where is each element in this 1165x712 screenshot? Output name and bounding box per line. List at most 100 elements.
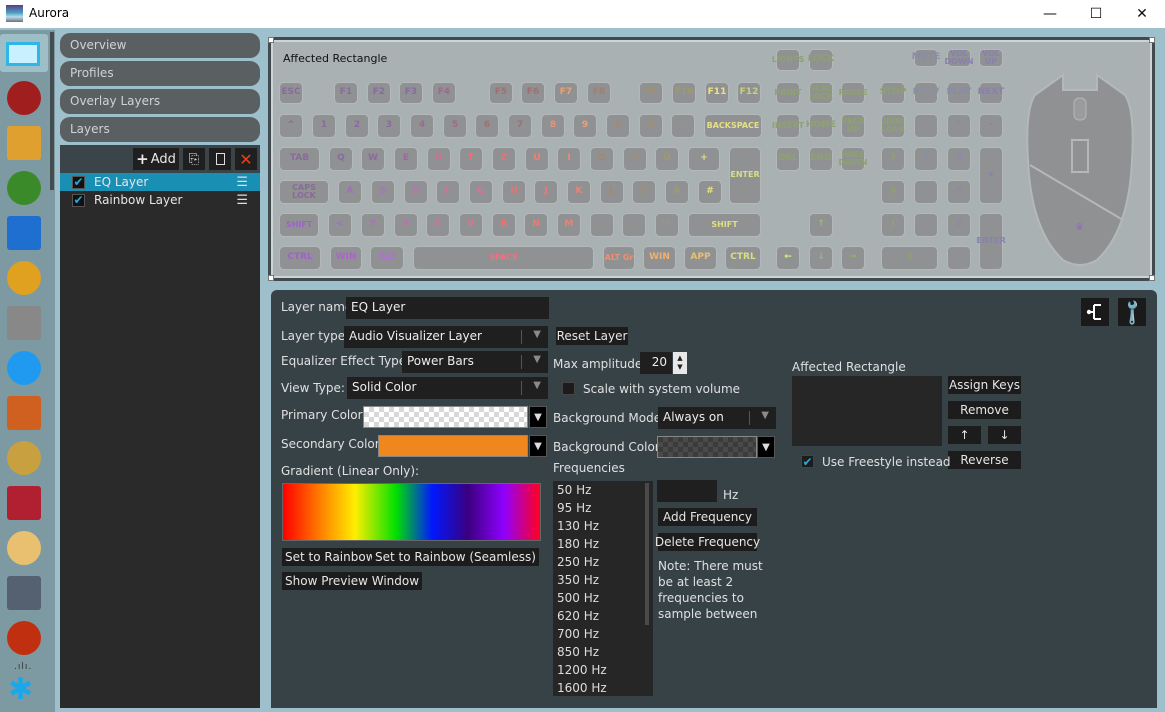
frequency-item[interactable]: 95 Hz	[553, 499, 653, 517]
key[interactable]: 3	[947, 213, 971, 237]
game-item-borderlands-2[interactable]	[5, 259, 43, 297]
frequency-item[interactable]: 130 Hz	[553, 517, 653, 535]
key[interactable]: WIN	[643, 246, 676, 270]
background-mode-dropdown[interactable]: Always on ▼	[658, 407, 776, 429]
key[interactable]: X	[394, 213, 418, 237]
key[interactable]: 2	[914, 213, 938, 237]
resize-handle[interactable]	[1149, 275, 1155, 281]
key[interactable]: BACKSPACE	[704, 114, 762, 138]
key[interactable]: F8	[587, 82, 611, 104]
key[interactable]: Y	[361, 213, 385, 237]
key[interactable]: LIGHTS	[772, 49, 804, 71]
key[interactable]: 0	[606, 114, 630, 138]
game-item-desktop[interactable]	[0, 34, 48, 72]
menu-profiles[interactable]: Profiles	[60, 61, 260, 86]
key[interactable]: CTRL	[279, 246, 321, 270]
key[interactable]: F9	[639, 82, 663, 104]
frequency-item[interactable]: 180 Hz	[553, 535, 653, 553]
key[interactable]: PAGE UP	[841, 114, 865, 138]
key[interactable]: APP	[684, 246, 717, 270]
key[interactable]: F4	[432, 82, 456, 104]
affected-rectangle-editor[interactable]: Affected Rectangle ESC F1 F2 F3 F4 F5 F6 F7 F8 F9…	[268, 37, 1155, 281]
drag-handle-icon[interactable]: ☰	[236, 175, 248, 190]
key[interactable]: A	[338, 180, 362, 204]
key[interactable]: CTRL	[725, 246, 761, 270]
key[interactable]: .	[947, 246, 971, 270]
key[interactable]: #	[698, 180, 722, 204]
resize-handle[interactable]	[268, 37, 274, 43]
key[interactable]: J	[534, 180, 558, 204]
affected-keys-list[interactable]	[792, 376, 942, 446]
gradient-editor[interactable]	[282, 483, 541, 541]
key[interactable]: H	[502, 180, 526, 204]
game-item-rocket-league[interactable]	[5, 214, 43, 252]
key[interactable]: B	[492, 213, 516, 237]
key[interactable]: VOL DOWN	[945, 49, 973, 67]
key[interactable]: 8	[541, 114, 565, 138]
key[interactable]: INSERT	[772, 114, 804, 138]
background-color-dropdown[interactable]: ▼	[757, 436, 775, 458]
key[interactable]: ^	[279, 114, 303, 138]
frequency-item[interactable]: 1600 Hz	[553, 679, 653, 697]
max-amplitude-input[interactable]: 20	[640, 352, 672, 374]
key[interactable]: ,	[590, 213, 614, 237]
key[interactable]: -	[979, 114, 1003, 138]
paste-layer-button[interactable]	[209, 148, 231, 170]
key[interactable]: →	[841, 246, 865, 270]
game-item-overwatch[interactable]	[5, 304, 43, 342]
key[interactable]: ←	[776, 246, 800, 270]
frequency-item[interactable]: 250 Hz	[553, 553, 653, 571]
key[interactable]: -	[655, 213, 679, 237]
game-item-killing-floor-2[interactable]	[5, 619, 43, 657]
key[interactable]: O	[590, 147, 614, 171]
game-item-payday-2[interactable]	[5, 349, 43, 387]
key[interactable]: 4	[881, 180, 905, 204]
layer-row[interactable]: ✔ Rainbow Layer ☰	[60, 191, 260, 209]
key[interactable]: SCRL LOCK	[809, 82, 833, 104]
frequency-item[interactable]: 50 Hz	[553, 481, 653, 499]
key[interactable]: ß	[639, 114, 663, 138]
secondary-color-dropdown[interactable]: ▼	[529, 435, 547, 457]
key[interactable]: F1	[334, 82, 358, 104]
eq-type-dropdown[interactable]: Power Bars ▼	[402, 351, 548, 373]
primary-color-dropdown[interactable]: ▼	[529, 406, 547, 428]
key[interactable]: ALT	[370, 246, 404, 270]
key[interactable]: N	[524, 213, 548, 237]
key[interactable]: Ü	[655, 147, 679, 171]
key[interactable]: NUM LOCK	[881, 114, 905, 138]
frequencies-scrollbar[interactable]	[645, 483, 649, 625]
key[interactable]: F	[436, 180, 460, 204]
game-item-gta-v[interactable]	[5, 169, 43, 207]
key[interactable]: ´	[671, 114, 695, 138]
key[interactable]: V	[459, 213, 483, 237]
spin-down-icon[interactable]: ▼	[677, 363, 682, 372]
layer-enabled-checkbox[interactable]: ✔	[72, 193, 85, 207]
key[interactable]: T	[459, 147, 483, 171]
key[interactable]: 7	[508, 114, 532, 138]
copy-layer-button[interactable]: ⎘	[183, 148, 205, 170]
key[interactable]: F11	[705, 82, 729, 104]
key[interactable]: F2	[367, 82, 391, 104]
key[interactable]: MUTE	[912, 49, 940, 67]
layer-row[interactable]: ✔ EQ Layer ☰	[60, 173, 260, 191]
key[interactable]: DEL	[776, 147, 800, 171]
key[interactable]: Ä	[665, 180, 689, 204]
resize-handle[interactable]	[268, 275, 274, 281]
view-type-dropdown[interactable]: Solid Color ▼	[347, 377, 548, 399]
key[interactable]: Ö	[632, 180, 656, 204]
key[interactable]: ALT Gr	[603, 246, 635, 270]
key[interactable]: 7	[881, 147, 905, 171]
frequency-item[interactable]: 1200 Hz	[553, 661, 653, 679]
reset-layer-button[interactable]: Reset Layer	[556, 327, 628, 345]
key[interactable]: ESC	[279, 82, 303, 104]
game-sidebar-scrollbar[interactable]	[50, 32, 54, 190]
key[interactable]: D	[404, 180, 428, 204]
key[interactable]: PREV	[913, 82, 939, 104]
key[interactable]: 2	[345, 114, 369, 138]
key[interactable]: E	[394, 147, 418, 171]
key[interactable]: 5	[914, 180, 938, 204]
key[interactable]: K	[567, 180, 591, 204]
game-item-csgo[interactable]	[5, 124, 43, 162]
key[interactable]: 8	[914, 147, 938, 171]
use-freestyle-checkbox[interactable]: ✔	[801, 455, 814, 469]
